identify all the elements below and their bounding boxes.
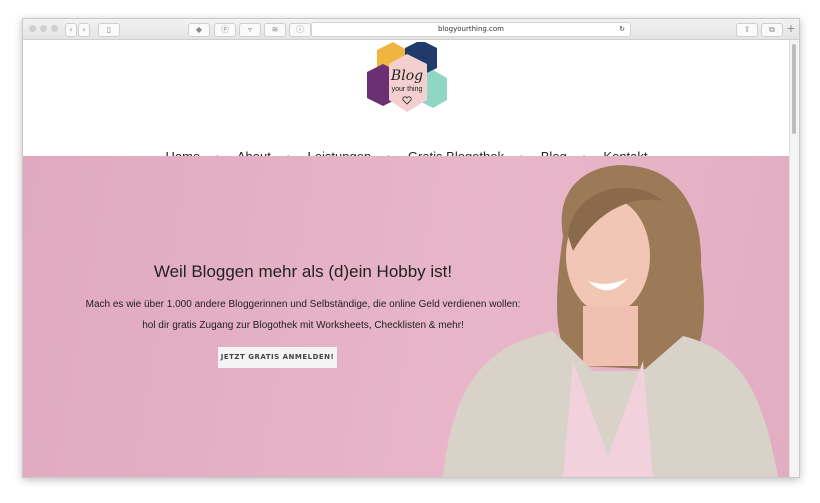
sidebar-icon[interactable]: ▯ [98, 23, 120, 37]
pocket-icon[interactable]: ▿ [239, 23, 261, 37]
hero-headline: Weil Bloggen mehr als (d)ein Hobby ist! [153, 262, 453, 281]
back-icon[interactable]: ‹ [65, 23, 77, 37]
logo[interactable]: Blog your thing [363, 42, 451, 118]
browser-window: ‹ › ▯ ◆ ⓟ ▿ ≋ ⓘ blogyourthing.com ↻ ⇪ ⧉ +… [22, 18, 800, 478]
scrollbar-thumb[interactable] [792, 44, 796, 134]
signup-cta-button[interactable]: JETZT GRATIS ANMELDEN! [218, 347, 337, 368]
url-text: blogyourthing.com [437, 25, 505, 33]
scrollbar[interactable] [789, 40, 799, 477]
buffer-icon[interactable]: ≋ [264, 23, 286, 37]
site-header: Blog your thing Home➛ About➛ Leistungen➛… [23, 40, 790, 164]
info-icon[interactable]: ⓘ [289, 23, 311, 37]
new-tab-icon[interactable]: + [785, 23, 797, 35]
share-icon[interactable]: ⇪ [736, 23, 758, 37]
reload-icon[interactable]: ↻ [619, 23, 625, 36]
pinterest-icon[interactable]: ⓟ [214, 23, 236, 37]
svg-text:your thing: your thing [392, 86, 423, 93]
tag-icon[interactable]: ◆ [188, 23, 210, 37]
hero-section: Weil Bloggen mehr als (d)ein Hobby ist! … [23, 156, 790, 477]
address-bar[interactable]: blogyourthing.com ↻ [311, 22, 631, 37]
browser-toolbar: ‹ › ▯ ◆ ⓟ ▿ ≋ ⓘ blogyourthing.com ↻ ⇪ ⧉ + [23, 19, 799, 40]
minimize-dot[interactable] [40, 25, 47, 32]
hero-portrait-photo [443, 165, 778, 477]
close-dot[interactable] [29, 25, 36, 32]
forward-icon[interactable]: › [78, 23, 90, 37]
svg-text:Blog: Blog [390, 68, 423, 84]
hero-text-line2: hol dir gratis Zugang zur Blogothek mit … [142, 320, 464, 331]
hero-text-line1: Mach es wie über 1.000 andere Bloggerinn… [85, 299, 521, 310]
tabs-icon[interactable]: ⧉ [761, 23, 783, 37]
zoom-dot[interactable] [51, 25, 58, 32]
